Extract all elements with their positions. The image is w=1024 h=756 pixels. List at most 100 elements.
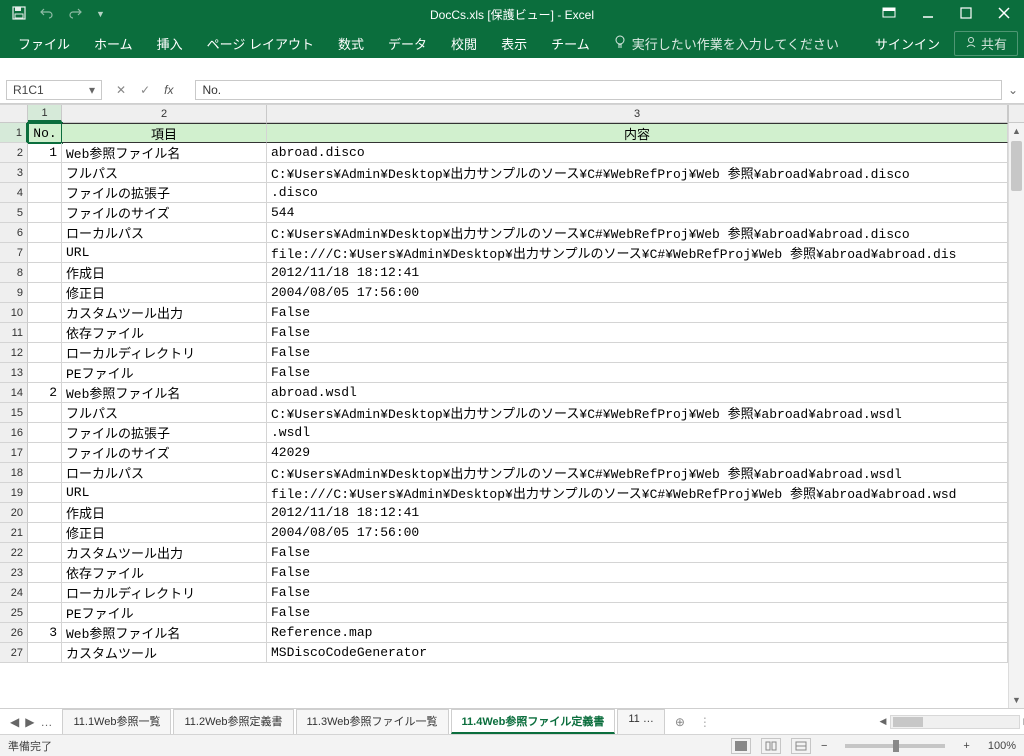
cell-value[interactable]: 42029 [267,443,1008,463]
column-header-3[interactable]: 3 [267,105,1008,122]
cell-no[interactable] [28,263,62,283]
cell-key[interactable]: カスタムツール [62,643,267,663]
sheet-nav-next-icon[interactable]: ▶ [25,715,34,729]
cell-value[interactable]: 2004/08/05 17:56:00 [267,283,1008,303]
cell-no[interactable]: 2 [28,383,62,403]
cell-value[interactable]: False [267,603,1008,623]
cell-value[interactable]: .disco [267,183,1008,203]
header-no[interactable]: No. [28,123,62,143]
cell-key[interactable]: Web参照ファイル名 [62,143,267,163]
cell-value[interactable]: file:///C:¥Users¥Admin¥Desktop¥出力サンプルのソー… [267,243,1008,263]
sheet-nav-prev-icon[interactable]: ◀ [10,715,19,729]
vertical-scrollbar[interactable]: ▲ ▼ [1008,123,1024,708]
row-header[interactable]: 22 [0,543,28,563]
cell-value[interactable]: file:///C:¥Users¥Admin¥Desktop¥出力サンプルのソー… [267,483,1008,503]
cell-value[interactable]: C:¥Users¥Admin¥Desktop¥出力サンプルのソース¥C#¥Web… [267,163,1008,183]
row-header[interactable]: 11 [0,323,28,343]
tab-file[interactable]: ファイル [6,28,82,58]
cell-no[interactable] [28,403,62,423]
select-all-corner[interactable] [0,105,28,122]
cell-key[interactable]: 修正日 [62,523,267,543]
row-header[interactable]: 15 [0,403,28,423]
cell-value[interactable]: MSDiscoCodeGenerator [267,643,1008,663]
column-header-2[interactable]: 2 [62,105,267,122]
column-header-1[interactable]: 1 [28,105,62,122]
cell-value[interactable]: abroad.wsdl [267,383,1008,403]
cell-key[interactable]: ローカルディレクトリ [62,343,267,363]
row-header[interactable]: 14 [0,383,28,403]
tab-formulas[interactable]: 数式 [326,28,376,58]
cell-key[interactable]: ローカルパス [62,223,267,243]
row-header[interactable]: 25 [0,603,28,623]
cell-no[interactable] [28,283,62,303]
row-header[interactable]: 6 [0,223,28,243]
cell-no[interactable] [28,523,62,543]
tab-page-layout[interactable]: ページ レイアウト [195,28,326,58]
sheet-tab[interactable]: 11.3Web参照ファイル一覧 [296,709,449,734]
cell-no[interactable] [28,603,62,623]
cell-no[interactable] [28,163,62,183]
row-header[interactable]: 26 [0,623,28,643]
cell-key[interactable]: フルパス [62,403,267,423]
row-header[interactable]: 24 [0,583,28,603]
row-header[interactable]: 10 [0,303,28,323]
tab-data[interactable]: データ [376,28,439,58]
cell-key[interactable]: カスタムツール出力 [62,303,267,323]
undo-icon[interactable] [40,7,54,22]
row-header[interactable]: 2 [0,143,28,163]
tab-view[interactable]: 表示 [489,28,539,58]
cell-no[interactable] [28,203,62,223]
close-icon[interactable] [998,7,1010,22]
cell-no[interactable] [28,303,62,323]
cell-no[interactable]: 3 [28,623,62,643]
row-header[interactable]: 5 [0,203,28,223]
cell-no[interactable] [28,443,62,463]
cancel-formula-icon[interactable]: ✕ [116,83,126,97]
row-header[interactable]: 9 [0,283,28,303]
cell-no[interactable] [28,643,62,663]
maximize-icon[interactable] [960,7,972,22]
sheet-tab[interactable]: 11.1Web参照一覧 [62,709,171,734]
scroll-thumb[interactable] [1011,141,1022,191]
cell-value[interactable]: C:¥Users¥Admin¥Desktop¥出力サンプルのソース¥C#¥Web… [267,463,1008,483]
row-header[interactable]: 1 [0,123,28,143]
cell-value[interactable]: False [267,543,1008,563]
cell-value[interactable]: False [267,303,1008,323]
tab-team[interactable]: チーム [539,28,602,58]
cell-key[interactable]: フルパス [62,163,267,183]
cell-no[interactable] [28,543,62,563]
cell-value[interactable]: False [267,583,1008,603]
row-header[interactable]: 8 [0,263,28,283]
redo-icon[interactable] [68,7,82,22]
cell-key[interactable]: ファイルの拡張子 [62,423,267,443]
cell-no[interactable] [28,503,62,523]
cell-key[interactable]: Web参照ファイル名 [62,383,267,403]
row-header[interactable]: 17 [0,443,28,463]
cell-no[interactable] [28,223,62,243]
fx-icon[interactable]: fx [164,83,181,97]
cell-key[interactable]: Web参照ファイル名 [62,623,267,643]
row-header[interactable]: 23 [0,563,28,583]
tab-review[interactable]: 校閲 [439,28,489,58]
row-header[interactable]: 27 [0,643,28,663]
cell-no[interactable] [28,423,62,443]
cell-value[interactable]: C:¥Users¥Admin¥Desktop¥出力サンプルのソース¥C#¥Web… [267,223,1008,243]
qat-dropdown-icon[interactable]: ▼ [96,9,105,19]
cell-value[interactable]: 2004/08/05 17:56:00 [267,523,1008,543]
cell-key[interactable]: 修正日 [62,283,267,303]
cell-value[interactable]: .wsdl [267,423,1008,443]
page-layout-view-button[interactable] [761,738,781,754]
zoom-out-button[interactable]: − [821,740,827,752]
save-icon[interactable] [12,6,26,23]
row-header[interactable]: 21 [0,523,28,543]
cell-no[interactable]: 1 [28,143,62,163]
scroll-up-icon[interactable]: ▲ [1009,123,1024,139]
row-header[interactable]: 16 [0,423,28,443]
page-break-view-button[interactable] [791,738,811,754]
zoom-in-button[interactable]: + [963,740,969,752]
zoom-slider[interactable] [845,744,945,748]
horizontal-scrollbar[interactable]: ◀ ▶ [890,715,1020,729]
row-header[interactable]: 12 [0,343,28,363]
expand-formula-bar-icon[interactable]: ⌄ [1002,83,1024,97]
cell-no[interactable] [28,343,62,363]
